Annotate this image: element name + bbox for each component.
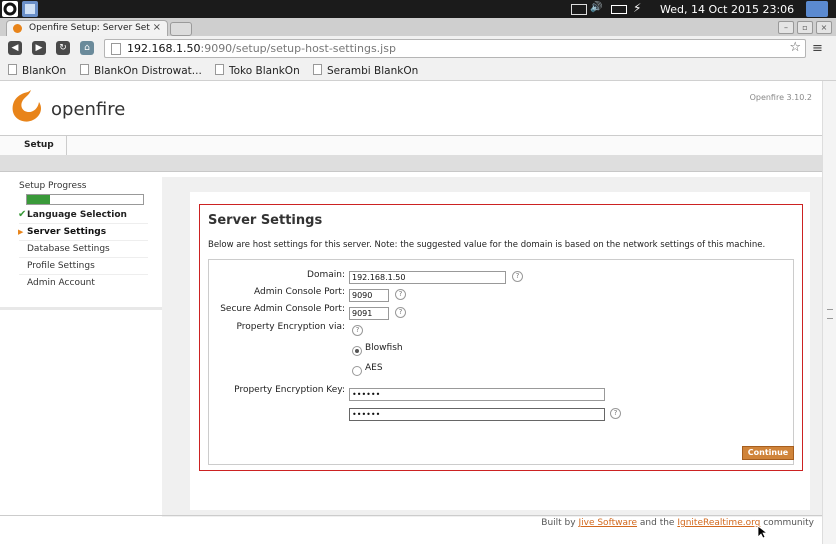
web-page: openfire Openfire 3.10.2 Setup Setup Pro…	[0, 81, 822, 544]
page-icon	[215, 64, 224, 75]
openfire-logo-icon	[9, 88, 47, 127]
url-path: :9090/setup/setup-host-settings.jsp	[200, 42, 396, 55]
step-admin-account[interactable]: Admin Account	[19, 275, 148, 291]
blankon-logo-icon[interactable]	[2, 1, 18, 17]
igniterealtime-link[interactable]: IgniteRealtime.org	[677, 518, 760, 528]
menu-icon[interactable]: ≡	[812, 41, 823, 56]
tab-setup[interactable]: Setup	[12, 136, 67, 155]
mouse-cursor-icon	[757, 525, 769, 542]
setup-progress-bar	[26, 194, 144, 205]
back-icon[interactable]: ◀	[8, 41, 22, 55]
url-host: 192.168.1.50	[127, 42, 201, 55]
page-icon	[80, 64, 89, 75]
aes-radio[interactable]	[352, 366, 362, 376]
admin-port-input[interactable]: 9090	[349, 289, 389, 302]
domain-input[interactable]: 192.168.1.50	[349, 271, 506, 284]
page-icon	[8, 64, 17, 75]
server-settings-panel: Server Settings Below are host settings …	[199, 204, 803, 471]
step-profile-settings[interactable]: Profile Settings	[19, 258, 148, 275]
domain-label: Domain:	[307, 270, 345, 280]
home-icon[interactable]: ⌂	[80, 41, 94, 55]
blowfish-label: Blowfish	[365, 343, 403, 353]
openfire-favicon-icon	[13, 24, 22, 33]
continue-button[interactable]: Continue	[742, 446, 794, 460]
admin-port-label: Admin Console Port:	[253, 287, 345, 297]
page-description: Below are host settings for this server.…	[208, 240, 766, 250]
clock[interactable]: Wed, 14 Oct 2015 23:06	[660, 3, 794, 16]
brand-name: openfire	[51, 99, 126, 120]
bookmarks-bar: BlankOn BlankOn Distrowat... Toko BlankO…	[0, 60, 836, 81]
forward-icon[interactable]: ▶	[32, 41, 46, 55]
system-top-bar: 🔊 ⚡ Wed, 14 Oct 2015 23:06	[0, 0, 836, 18]
workspace-icon[interactable]	[806, 1, 828, 17]
close-tab-icon[interactable]: ×	[153, 22, 161, 33]
footer-text: and the	[639, 518, 675, 528]
encryption-key-input[interactable]: ••••••	[349, 388, 605, 401]
setup-progress-title: Setup Progress	[19, 181, 87, 191]
scroll-handle-icon[interactable]	[827, 309, 833, 319]
bookmark-item[interactable]: Toko BlankOn	[215, 64, 300, 77]
settings-form: Domain: 192.168.1.50 ? Admin Console Por…	[208, 259, 794, 465]
bookmark-item[interactable]: BlankOn	[8, 64, 66, 77]
setup-sidebar: Setup Progress ✔ Language Selection ▶ Serv…	[0, 173, 162, 307]
page-title: Server Settings	[208, 213, 323, 228]
secure-port-label: Secure Admin Console Port:	[220, 304, 345, 314]
footer-divider	[0, 515, 822, 516]
step-language-selection[interactable]: ✔ Language Selection	[18, 207, 148, 224]
page-icon	[111, 43, 121, 55]
close-window-icon[interactable]: ×	[816, 21, 832, 34]
browser-toolbar: ◀ ▶ ↻ ⌂ 192.168.1.50:9090/setup/setup-ho…	[0, 36, 836, 60]
sidebar-divider	[0, 307, 162, 310]
footer: Built by Jive Software and the IgniteRea…	[541, 518, 814, 528]
help-icon[interactable]: ?	[395, 289, 406, 300]
version-label: Openfire 3.10.2	[749, 93, 812, 102]
network-icon[interactable]: ⚡	[633, 1, 641, 15]
encryption-key-label: Property Encryption Key:	[234, 385, 345, 395]
battery-icon[interactable]	[611, 5, 627, 14]
encryption-label: Property Encryption via:	[236, 322, 346, 332]
top-nav: Setup	[0, 135, 822, 156]
maximize-icon[interactable]: ▫	[797, 21, 813, 34]
help-icon[interactable]: ?	[395, 307, 406, 318]
step-database-settings[interactable]: Database Settings	[19, 241, 148, 258]
arrow-right-icon: ▶	[18, 228, 24, 236]
page-scrollbar[interactable]	[822, 81, 836, 544]
jive-software-link[interactable]: Jive Software	[578, 518, 637, 528]
sub-nav-bar	[0, 155, 822, 172]
blowfish-radio[interactable]	[352, 346, 362, 356]
bookmark-item[interactable]: Serambi BlankOn	[313, 64, 418, 77]
encryption-key-confirm-input[interactable]: ••••••	[349, 408, 605, 421]
help-icon[interactable]: ?	[352, 325, 363, 336]
tab-strip: Openfire Setup: Server Set × – ▫ ×	[0, 18, 836, 37]
reload-icon[interactable]: ↻	[56, 41, 70, 55]
footer-text: Built by	[541, 518, 576, 528]
aes-label: AES	[365, 363, 383, 373]
keyboard-icon[interactable]	[571, 4, 587, 15]
page-icon	[313, 64, 322, 75]
volume-icon[interactable]: 🔊	[590, 2, 602, 13]
tab-title: Openfire Setup: Server Set	[29, 23, 150, 33]
new-tab-button[interactable]	[170, 22, 192, 36]
address-bar[interactable]: 192.168.1.50:9090/setup/setup-host-setti…	[104, 39, 806, 58]
secure-port-input[interactable]: 9091	[349, 307, 389, 320]
browser-tab[interactable]: Openfire Setup: Server Set ×	[6, 20, 168, 37]
step-server-settings[interactable]: ▶ Server Settings	[18, 224, 148, 241]
footer-text: community	[763, 518, 814, 528]
minimize-icon[interactable]: –	[778, 21, 794, 34]
bookmark-star-icon[interactable]: ☆	[789, 40, 801, 55]
help-icon[interactable]: ?	[610, 408, 621, 419]
app-launcher-icon[interactable]	[22, 1, 38, 17]
help-icon[interactable]: ?	[512, 271, 523, 282]
bookmark-item[interactable]: BlankOn Distrowat...	[80, 64, 202, 77]
checkmark-icon: ✔	[18, 209, 27, 220]
